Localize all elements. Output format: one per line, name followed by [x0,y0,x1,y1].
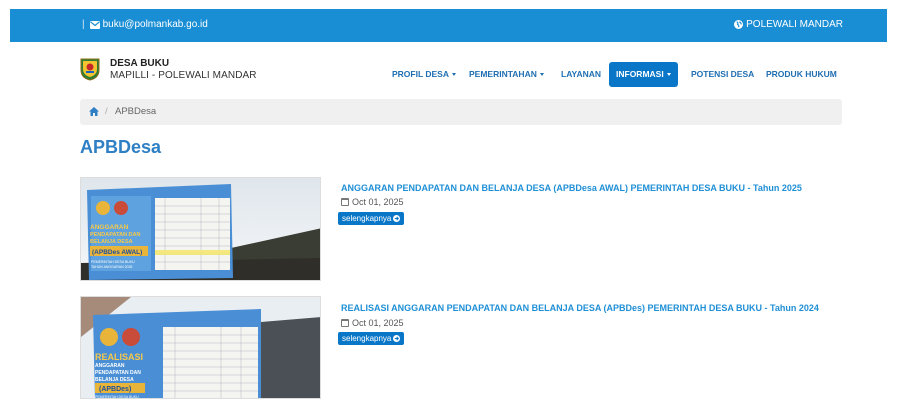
post-thumbnail[interactable]: ANGGARAN PENDAPATAN DAN BELANJA DESA (AP… [80,177,321,281]
nav-label: POTENSI DESA [691,69,755,79]
nav-item-produk-hukum[interactable]: PRODUK HUKUM [766,62,837,87]
banner-text: PEMERINTAH DESA BUKU [91,260,135,264]
post-thumbnail[interactable]: REALISASI ANGGARAN PENDAPATAN DAN BELANJ… [80,296,321,399]
banner-photo: ANGGARAN PENDAPATAN DAN BELANJA DESA (AP… [81,178,320,280]
read-more-button[interactable]: selengkapnya [338,212,405,225]
read-more-label: selengkapnya [342,214,392,223]
nav-label: INFORMASI [616,69,664,79]
region-label[interactable]: POLEWALI MANDAR [746,19,843,30]
top-bar: | buku@polmankab.go.id POLEWALI MANDAR [10,9,887,42]
nav-label: LAYANAN [561,69,601,79]
caret-down-icon [666,73,671,77]
top-bar-separator: | [82,19,85,30]
nav-label: PROFIL DESA [392,69,449,79]
post-date: Oct 01, 2025 [341,197,404,207]
post-title-link[interactable]: REALISASI ANGGARAN PENDAPATAN DAN BELANJ… [341,303,819,313]
village-logo[interactable] [80,57,100,81]
banner-text: TAHUN ANGGARAN 2025 [91,265,132,269]
banner-text: BELANJA DESA [95,377,134,383]
nav-item-profil-desa[interactable]: PROFIL DESA [392,62,456,87]
breadcrumb-current: APBDesa [115,106,157,117]
globe-icon [734,20,744,29]
page-title: APBDesa [80,137,162,157]
banner-text: PEMERINTAH DESA BUKU [95,395,139,399]
nav-item-pemerintahan[interactable]: PEMERINTAHAN [469,62,544,87]
banner-text: (APBDes AWAL) [92,249,142,256]
post-date-text: Oct 01, 2025 [352,318,404,328]
envelope-icon [89,20,100,29]
top-bar-region[interactable]: POLEWALI MANDAR [734,19,843,30]
banner-text: PENDAPATAN DAN [90,232,140,238]
brand-title[interactable]: DESA BUKU [110,58,169,69]
arrow-right-icon [393,335,401,342]
post-date-text: Oct 01, 2025 [352,197,404,207]
nav-item-potensi-desa[interactable]: POTENSI DESA [691,62,754,87]
page: | buku@polmankab.go.id POLEWALI MANDAR D… [0,0,897,399]
top-bar-contact[interactable]: | buku@polmankab.go.id [82,19,208,30]
nav-label: PRODUK HUKUM [766,69,837,79]
banner-text: REALISASI [95,352,143,362]
brand-subtitle: MAPILLI - POLEWALI MANDAR [110,70,257,81]
caret-down-icon [539,73,544,77]
banner-text: ANGGARAN [90,224,129,231]
read-more-label: selengkapnya [342,334,392,343]
breadcrumb-separator: / [105,106,108,117]
calendar-icon [341,319,349,327]
read-more-button[interactable]: selengkapnya [338,332,405,345]
banner-text: BELANJA DESA [90,239,133,245]
breadcrumb: / APBDesa [80,99,842,125]
banner-text: (APBDes) [99,386,131,393]
nav-item-informasi[interactable]: INFORMASI [609,62,678,87]
post-title-link[interactable]: ANGGARAN PENDAPATAN DAN BELANJA DESA (AP… [341,183,802,193]
nav-item-layanan[interactable]: LAYANAN [561,62,601,87]
banner-text: ANGGARAN [95,363,125,369]
nav-label: PEMERINTAHAN [469,69,537,79]
caret-down-icon [452,73,456,77]
contact-email[interactable]: buku@polmankab.go.id [103,19,208,30]
banner-text: PENDAPATAN DAN [95,370,141,376]
home-icon[interactable] [89,107,99,116]
calendar-icon [341,198,349,206]
banner-photo: REALISASI ANGGARAN PENDAPATAN DAN BELANJ… [81,297,320,399]
arrow-right-icon [393,215,401,222]
post-date: Oct 01, 2025 [341,318,404,328]
